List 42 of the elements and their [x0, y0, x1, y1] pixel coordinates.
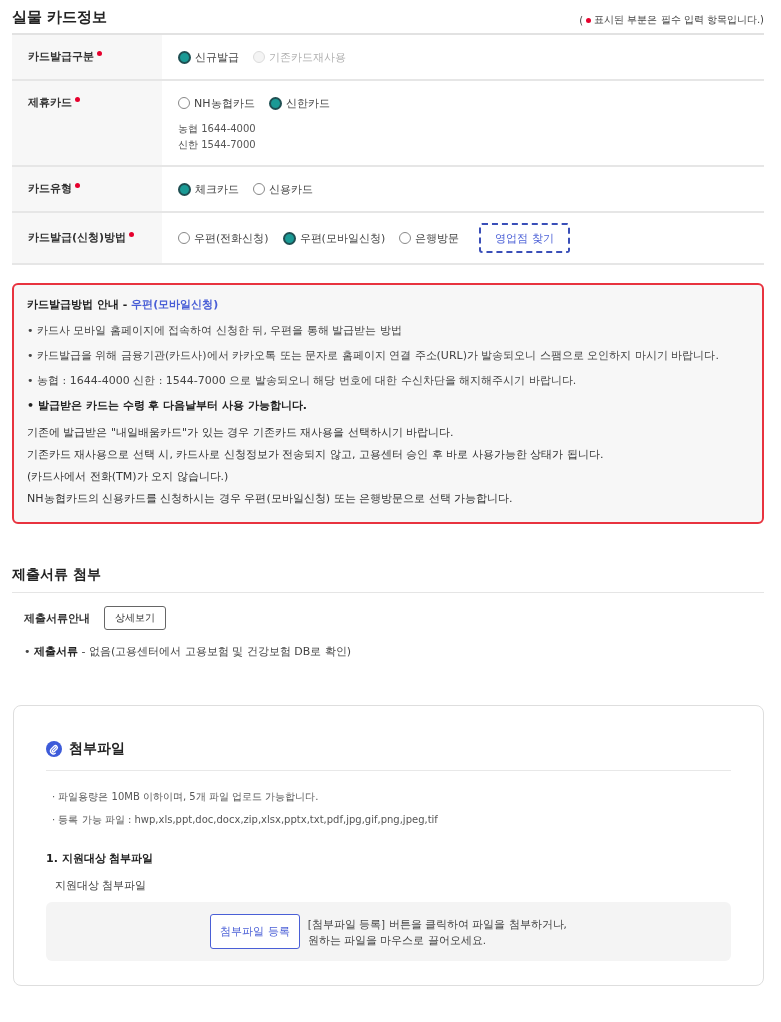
documents-text: • 제출서류 - 없음(고용센터에서 고용보험 및 건강보험 DB로 확인): [24, 644, 352, 659]
guide-text: 기존에 발급받은 "내일배움카드"가 있는 경우 기존카드 재사용을 선택하시기 바랍니다.: [27, 425, 454, 441]
guide-text: 기존카드 재사용으로 선택 시, 카드사로 신청정보가 전송되지 않고, 고용센터 승인 후 바로 사용가능한 상태가 됩니다.: [27, 447, 604, 463]
paperclip-icon: [46, 741, 62, 757]
radio-option[interactable]: NH농협카드: [178, 95, 255, 111]
radio-option[interactable]: 신용카드: [253, 181, 313, 197]
field-label: 카드발급(신청)방법: [28, 230, 127, 246]
radio-option[interactable]: 우편(모바일신청): [282, 230, 386, 246]
attachment-title: 첨부파일: [69, 740, 125, 758]
section-title: 제출서류 첨부: [12, 566, 101, 582]
field-label: 제휴카드: [28, 95, 72, 111]
radio-option[interactable]: 은행방문: [399, 230, 460, 246]
section-title: 실물 카드정보: [12, 8, 108, 27]
documents-guide-label: 제출서류안내: [24, 610, 90, 626]
required-note-bracket: (: [579, 14, 584, 26]
drop-hint-text: [첨부파일 등록] 버튼을 클릭하여 파일을 첨부하거나, 원하는 파일을 마우스로 끌어오세요.: [307, 916, 567, 948]
guide-bullet: • 카드발급을 위해 금융기관(카드사)에서 카카오톡 또는 문자로 홈페이지 연결 주소(URL)가 발송되오니 스팸으로 오인하지 마시기 바랍니다.: [27, 348, 719, 364]
selected-method-text: 우편(모바일신청): [131, 297, 219, 312]
phone-note: 신한 1544-7000: [178, 138, 256, 152]
attachment-label: 지원대상 첨부파일: [55, 879, 147, 893]
required-note-text: 표시된 부분은 필수 입력 항목입니다.): [594, 13, 764, 27]
radio-option[interactable]: 신규발급: [178, 49, 239, 65]
upload-button[interactable]: 첨부파일 등록: [210, 914, 300, 949]
field-label: 카드유형: [28, 181, 72, 197]
detail-button[interactable]: 상세보기: [104, 606, 166, 630]
radio-option[interactable]: 우편(전화신청): [178, 230, 269, 246]
file-rule-text: · 등록 가능 파일 : hwp,xls,ppt,doc,docx,zip,xlsx,pptx,txt,pdf,jpg,gif,png,jpeg,tif: [52, 813, 438, 827]
guide-title: 카드발급방법 안내 -: [27, 297, 128, 312]
phone-note: 농협 1644-4000: [178, 122, 256, 136]
radio-option[interactable]: 체크카드: [178, 181, 239, 197]
find-branch-button[interactable]: 영업점 찾기: [479, 223, 570, 253]
required-dot-icon: [586, 17, 592, 23]
radio-option[interactable]: 신한카드: [268, 95, 330, 111]
guide-bullet: • 농협 : 1644-4000 신한 : 1544-7000 으로 발송되오니 해당 번호에 대한 수신차단을 해지해주시기 바랍니다.: [27, 373, 577, 389]
guide-bullet: • 발급받은 카드는 수령 후 다음날부터 사용 가능합니다.: [27, 398, 308, 414]
file-drop-zone[interactable]: 첨부파일 등록 [첨부파일 등록] 버튼을 클릭하여 파일을 첨부하거나, 원하는 파일을 마우스로 끌어오세요.: [46, 902, 731, 961]
field-label: 카드발급구분: [28, 49, 94, 65]
guide-text: (카드사에서 전화(TM)가 오지 않습니다.): [27, 469, 229, 485]
guide-text: NH농협카드의 신용카드를 신청하시는 경우 우편(모바일신청) 또는 은행방문으로 선택 가능합니다.: [27, 491, 513, 507]
file-rule-text: · 파일용량은 10MB 이하이며, 5개 파일 업로드 가능합니다.: [52, 790, 319, 804]
guide-bullet: • 카드사 모바일 홈페이지에 접속하여 신청한 뒤, 우편을 통해 발급받는 방법: [27, 323, 402, 339]
attachment-heading: 1. 지원대상 첨부파일: [46, 851, 154, 866]
